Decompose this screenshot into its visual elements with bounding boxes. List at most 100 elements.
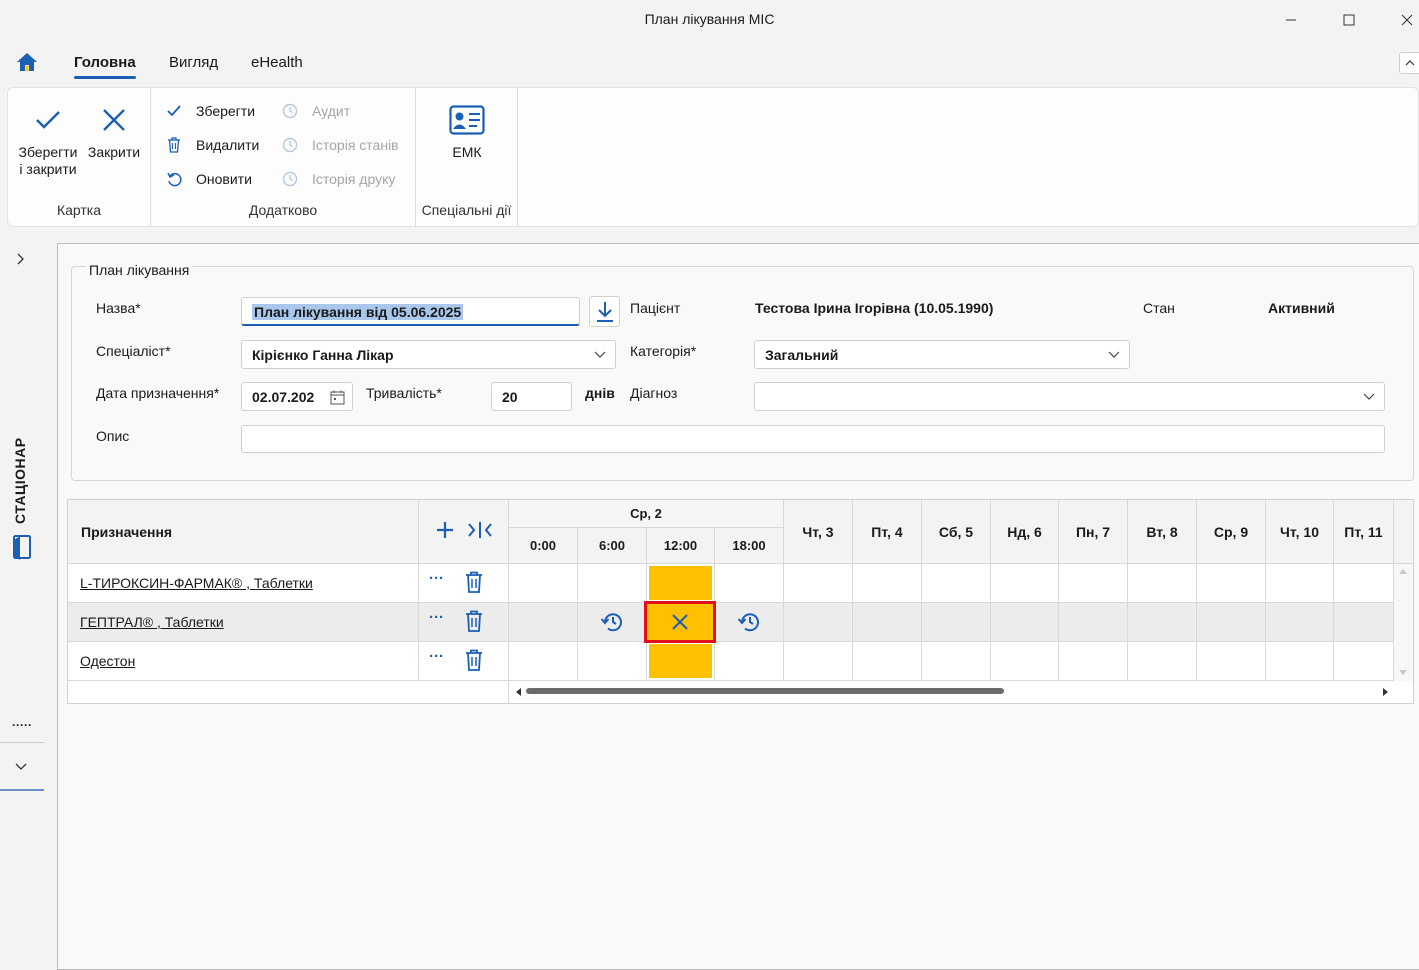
more-options-button[interactable]: ··· <box>429 648 444 665</box>
trash-icon <box>166 137 182 153</box>
schedule-cell[interactable] <box>715 603 784 642</box>
ribbon-group-special: ЕМК Спеціальні дії <box>416 88 518 226</box>
day-header: Пт, 11 <box>1334 500 1394 564</box>
prescription-link[interactable]: Одестон <box>68 642 419 681</box>
schedule-cell[interactable] <box>509 642 578 681</box>
description-input[interactable] <box>241 425 1385 453</box>
selected-dose-cell[interactable] <box>644 601 716 643</box>
hospital-icon[interactable] <box>12 534 32 563</box>
schedule-cell[interactable] <box>1128 564 1197 603</box>
schedule-cell[interactable] <box>853 642 922 681</box>
schedule-cell[interactable] <box>1059 564 1128 603</box>
schedule-cell[interactable] <box>1266 603 1334 642</box>
more-options-button[interactable]: ··· <box>429 570 444 587</box>
scrollbar-thumb[interactable] <box>526 688 1004 694</box>
expand-more-button[interactable] <box>15 758 27 774</box>
history-icon <box>737 613 759 632</box>
minimize-button[interactable] <box>1268 6 1314 34</box>
home-icon[interactable] <box>16 52 40 74</box>
schedule-cell[interactable] <box>853 564 922 603</box>
tab-view[interactable]: Вигляд <box>169 54 218 71</box>
schedule-cell[interactable] <box>1197 642 1266 681</box>
category-select[interactable]: Загальний <box>754 340 1130 369</box>
category-label: Категорія* <box>630 343 697 359</box>
state-history-button[interactable]: Історія станів <box>282 137 399 153</box>
trash-icon[interactable] <box>465 649 483 671</box>
schedule-cell[interactable] <box>647 564 715 603</box>
scroll-up-icon <box>1399 569 1407 574</box>
chevron-right-icon <box>17 253 24 265</box>
schedule-cell[interactable] <box>1197 603 1266 642</box>
schedule-cell[interactable] <box>991 603 1059 642</box>
schedule-cell[interactable] <box>922 603 991 642</box>
diagnosis-select[interactable] <box>754 382 1385 411</box>
schedule-cell[interactable] <box>922 564 991 603</box>
more-options-button[interactable]: ··· <box>429 609 444 626</box>
close-icon <box>1401 14 1413 26</box>
schedule-cell[interactable] <box>922 642 991 681</box>
schedule-cell[interactable] <box>509 564 578 603</box>
schedule-cell[interactable] <box>715 564 784 603</box>
schedule-cell[interactable] <box>1059 603 1128 642</box>
scheduled-dose[interactable] <box>649 644 712 678</box>
schedule-cell[interactable] <box>991 564 1059 603</box>
download-button[interactable] <box>589 296 620 327</box>
save-and-close-button[interactable]: Зберегти і закрити <box>14 102 82 178</box>
print-history-button[interactable]: Історія друку <box>282 171 395 187</box>
schedule-cell[interactable] <box>715 642 784 681</box>
state-value: Активний <box>1268 300 1335 316</box>
vertical-scrollbar[interactable] <box>1394 564 1413 681</box>
schedule-cell[interactable] <box>509 603 578 642</box>
collapse-ribbon-button[interactable] <box>1399 52 1419 74</box>
trash-icon[interactable] <box>465 610 483 632</box>
name-label: Назва* <box>96 300 141 316</box>
schedule-cell[interactable] <box>784 642 853 681</box>
add-prescription-button[interactable] <box>436 521 454 542</box>
horizontal-scrollbar[interactable] <box>509 681 1413 703</box>
schedule-cell[interactable] <box>1128 642 1197 681</box>
expand-nav-button[interactable] <box>16 252 26 268</box>
close-button[interactable]: Закрити <box>86 102 142 161</box>
schedule-cell[interactable] <box>1334 642 1394 681</box>
trash-icon[interactable] <box>465 571 483 593</box>
emk-button[interactable]: ЕМК <box>416 102 518 161</box>
tab-home[interactable]: Головна <box>74 54 136 79</box>
prescription-link[interactable]: ГЕПТРАЛ® , Таблетки <box>68 603 419 642</box>
refresh-icon <box>166 171 182 187</box>
schedule-cell[interactable] <box>647 642 715 681</box>
collapse-columns-button[interactable] <box>467 521 492 542</box>
scheduled-dose[interactable] <box>649 566 712 600</box>
schedule-cell[interactable] <box>644 601 716 643</box>
tab-ehealth[interactable]: eHealth <box>251 54 303 71</box>
schedule-cell[interactable] <box>1266 564 1334 603</box>
schedule-cell[interactable] <box>1266 642 1334 681</box>
prescription-link[interactable]: L-ТИРОКСИН-ФАРМАК® , Таблетки <box>68 564 419 603</box>
schedule-cell[interactable] <box>784 564 853 603</box>
schedule-cell[interactable] <box>1128 603 1197 642</box>
id-card-icon <box>449 105 485 135</box>
schedule-cell[interactable] <box>578 642 647 681</box>
schedule-cell[interactable] <box>578 603 647 642</box>
date-input[interactable]: 02.07.202 <box>241 382 353 411</box>
more-dots[interactable]: ····· <box>12 718 32 732</box>
schedule-cell[interactable] <box>991 642 1059 681</box>
close-window-button[interactable] <box>1384 6 1419 34</box>
schedule-cell[interactable] <box>853 603 922 642</box>
schedule-cell[interactable] <box>1334 603 1394 642</box>
schedule-cell[interactable] <box>1059 642 1128 681</box>
schedule-cell[interactable] <box>784 603 853 642</box>
refresh-button[interactable]: Оновити <box>166 171 252 187</box>
maximize-icon <box>1343 14 1355 26</box>
name-input[interactable]: План лікування від 05.06.2025 <box>241 297 580 326</box>
audit-button[interactable]: Аудит <box>282 103 350 119</box>
maximize-button[interactable] <box>1326 6 1372 34</box>
chevron-down-icon <box>594 351 606 358</box>
schedule-cell[interactable] <box>1197 564 1266 603</box>
save-small-button[interactable]: Зберегти <box>166 103 255 119</box>
schedule-cell[interactable] <box>578 564 647 603</box>
schedule-cell[interactable] <box>1334 564 1394 603</box>
description-label: Опис <box>96 428 130 444</box>
duration-input[interactable]: 20 <box>491 382 572 411</box>
delete-button[interactable]: Видалити <box>166 137 259 153</box>
specialist-select[interactable]: Кірієнко Ганна Лікар <box>241 340 616 369</box>
